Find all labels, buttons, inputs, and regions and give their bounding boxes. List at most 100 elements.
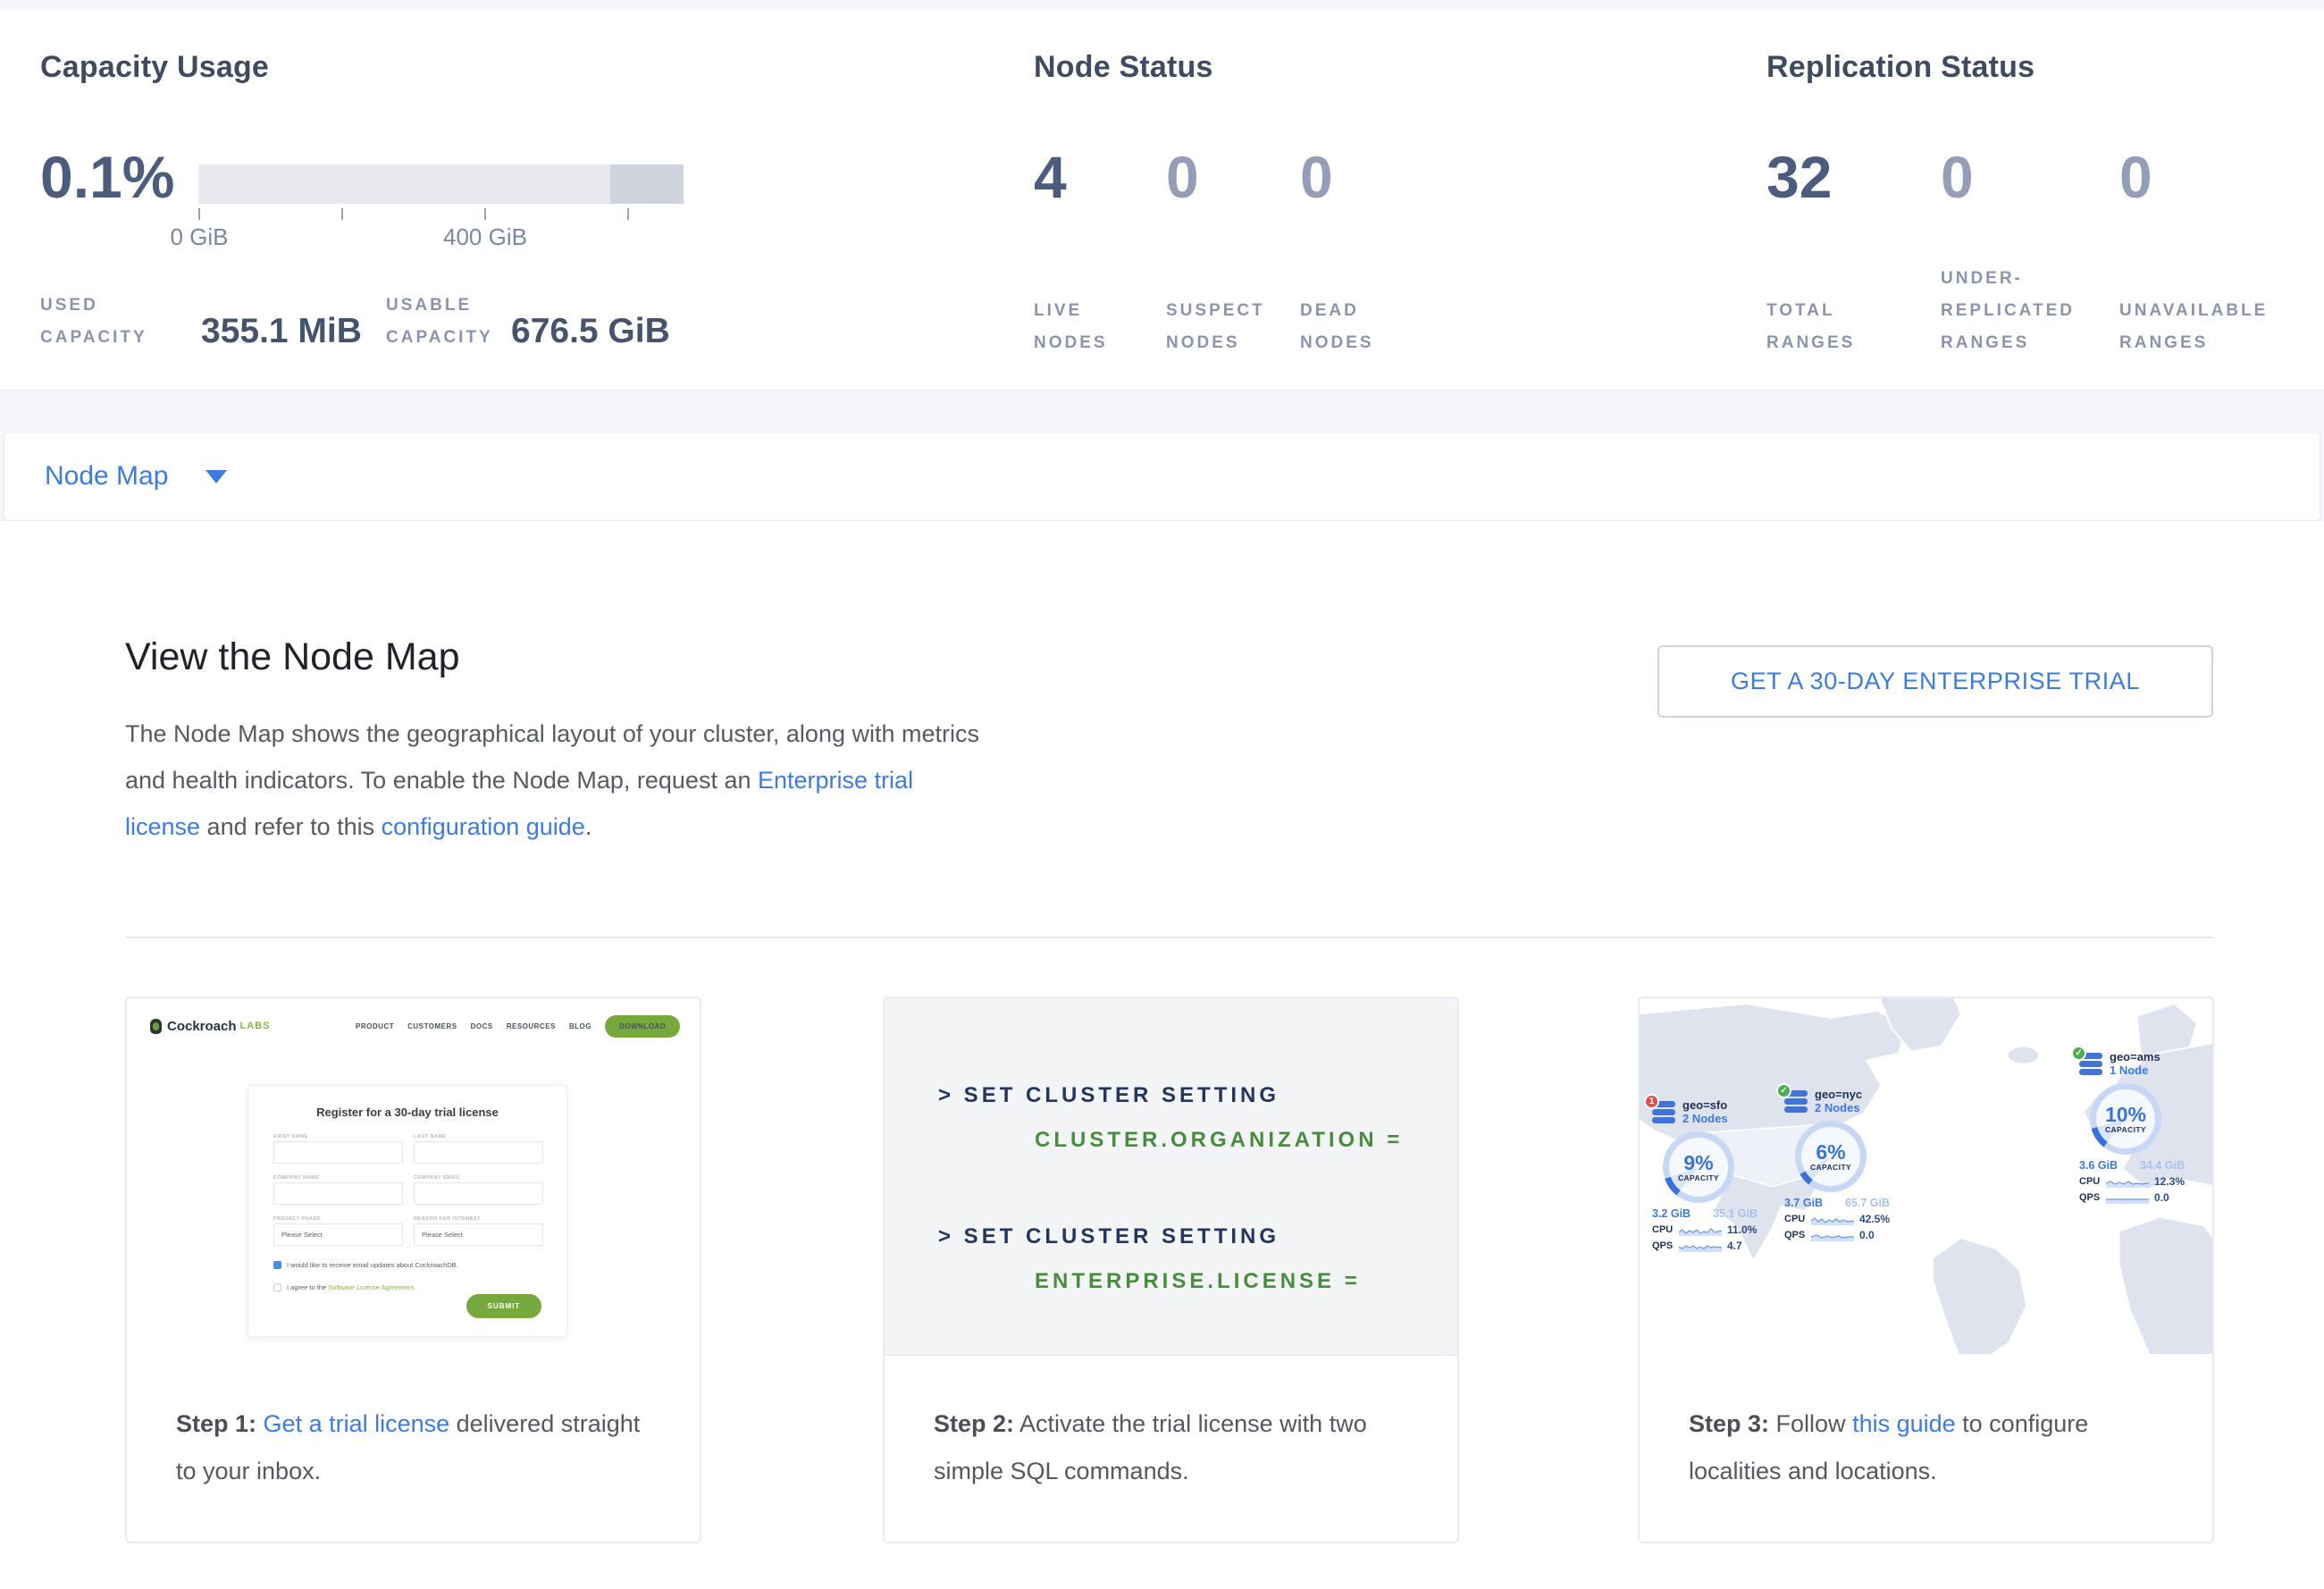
qps-sparkline bbox=[2106, 1192, 2149, 1203]
capacity-percent: 9% bbox=[1683, 1152, 1713, 1173]
locality-node-count: 1 Node bbox=[2110, 1064, 2160, 1078]
capacity-ring: 9% CAPACITY bbox=[1663, 1131, 1734, 1203]
under-replicated-count: 0 bbox=[1941, 143, 1974, 211]
configuration-guide-link[interactable]: configuration guide bbox=[382, 813, 585, 840]
select-mock: Please Select bbox=[273, 1223, 403, 1246]
cpu-value: 12.3% bbox=[2154, 1175, 2185, 1188]
step3-caption: Step 3: Follow this guide to configure l… bbox=[1640, 1356, 2212, 1495]
total-ranges-count: 32 bbox=[1766, 143, 1832, 211]
step3-card: 1 geo=sfo 2 Nodes 9% CAPACITY bbox=[1638, 996, 2214, 1543]
qps-label: QPS bbox=[2079, 1192, 2106, 1203]
sql-command-line: CLUSTER.ORGANIZATION = bbox=[1035, 1128, 1403, 1153]
unavailable-label: UNAVAILABLE RANGES bbox=[2119, 263, 2268, 359]
nodes-stack-icon: ✓ bbox=[1784, 1090, 1808, 1114]
field-label: PROJECT PHASE bbox=[273, 1216, 321, 1222]
get-trial-license-link[interactable]: Get a trial license bbox=[264, 1410, 450, 1437]
nodes-stack-icon: ✓ bbox=[2079, 1053, 2102, 1077]
capacity-bar bbox=[198, 164, 684, 204]
cpu-sparkline bbox=[1811, 1214, 1854, 1224]
node-status-title: Node Status bbox=[1034, 50, 1213, 85]
qps-sparkline bbox=[1679, 1240, 1722, 1251]
text-input-mock bbox=[414, 1141, 543, 1164]
trial-form-mock: Register for a 30-day trial license FIRS… bbox=[248, 1085, 567, 1337]
locality-name: geo=ams bbox=[2110, 1050, 2160, 1064]
checkbox-checked-icon bbox=[273, 1261, 281, 1269]
cpu-value: 11.0% bbox=[1727, 1223, 1757, 1236]
qps-value: 4.7 bbox=[1727, 1240, 1742, 1252]
cpu-sparkline bbox=[1679, 1224, 1722, 1235]
text-input-mock bbox=[273, 1141, 403, 1164]
used-capacity-value: 355.1 MiB bbox=[201, 312, 362, 351]
qps-label: QPS bbox=[1652, 1240, 1679, 1251]
node-map-dropdown[interactable]: Node Map bbox=[4, 432, 2320, 521]
used-gib: 3.7 GiB bbox=[1784, 1197, 1823, 1209]
error-badge: 1 bbox=[1644, 1094, 1659, 1109]
nav-item: RESOURCES bbox=[507, 1022, 556, 1030]
capacity-ring: 10% CAPACITY bbox=[2090, 1083, 2161, 1155]
capacity-percent: 6% bbox=[1816, 1141, 1845, 1163]
step2-caption: Step 2: Activate the trial license with … bbox=[885, 1356, 1457, 1495]
qps-value: 0.0 bbox=[2154, 1191, 2169, 1204]
enterprise-trial-button[interactable]: GET A 30-DAY ENTERPRISE TRIAL bbox=[1657, 645, 2213, 718]
qps-sparkline bbox=[1811, 1230, 1854, 1240]
nav-item: CUSTOMERS bbox=[407, 1022, 457, 1030]
cpu-label: CPU bbox=[1652, 1224, 1679, 1235]
cpu-label: CPU bbox=[2079, 1176, 2106, 1187]
node-map-dropdown-label[interactable]: Node Map bbox=[45, 461, 168, 492]
this-guide-link[interactable]: this guide bbox=[1852, 1410, 1956, 1437]
download-pill: DOWNLOAD bbox=[605, 1015, 680, 1038]
nav-item: DOCS bbox=[471, 1022, 493, 1030]
website-mock: Cockroach LABS PRODUCT CUSTOMERS DOCS RE… bbox=[127, 998, 700, 1356]
step1-thumbnail: Cockroach LABS PRODUCT CUSTOMERS DOCS RE… bbox=[127, 998, 700, 1356]
text-input-mock bbox=[414, 1182, 543, 1205]
nav-item: BLOG bbox=[569, 1022, 591, 1030]
dead-nodes-label: DEAD NODES bbox=[1300, 263, 1374, 359]
capacity-percent: 10% bbox=[2105, 1104, 2146, 1125]
step2-card: > SET CLUSTER SETTING CLUSTER.ORGANIZATI… bbox=[883, 996, 1459, 1543]
axis-tick-label: 400 GiB bbox=[432, 223, 539, 251]
sql-command-line: > SET CLUSTER SETTING bbox=[938, 1224, 1279, 1249]
replication-status-title: Replication Status bbox=[1766, 50, 2035, 85]
usable-capacity-value: 676.5 GiB bbox=[511, 312, 670, 351]
axis-tick bbox=[627, 208, 629, 220]
text-input-mock bbox=[273, 1182, 403, 1205]
axis-tick-label: 0 GiB bbox=[146, 223, 253, 251]
nodes-stack-icon: 1 bbox=[1652, 1101, 1675, 1125]
chevron-down-icon bbox=[206, 470, 227, 483]
node-map-placeholder-section: View the Node Map The Node Map shows the… bbox=[0, 521, 2324, 1589]
axis-tick bbox=[484, 208, 486, 220]
locality-name: geo=nyc bbox=[1815, 1088, 1862, 1101]
suspect-nodes-label: SUSPECT NODES bbox=[1166, 263, 1265, 359]
qps-value: 0.0 bbox=[1859, 1229, 1875, 1241]
site-nav: PRODUCT CUSTOMERS DOCS RESOURCES BLOG DO… bbox=[356, 1015, 680, 1038]
capacity-bar-used-segment bbox=[610, 164, 684, 204]
health-check-icon: ✓ bbox=[2071, 1046, 2086, 1061]
logo-labs-text: LABS bbox=[240, 1021, 271, 1031]
capacity-ring-label: CAPACITY bbox=[1678, 1173, 1719, 1182]
capacity-usage-title: Capacity Usage bbox=[40, 50, 269, 85]
axis-tick bbox=[341, 208, 343, 220]
qps-label: QPS bbox=[1784, 1230, 1811, 1240]
live-nodes-count: 4 bbox=[1034, 143, 1067, 211]
form-title: Register for a 30-day trial license bbox=[248, 1106, 566, 1119]
usable-capacity-label: USABLE CAPACITY bbox=[386, 290, 493, 354]
locality-node-count: 2 Nodes bbox=[1815, 1101, 1862, 1115]
cpu-label: CPU bbox=[1784, 1214, 1811, 1224]
cluster-summary-panel: Capacity Usage 0.1% 0 GiB 400 GiB USED C… bbox=[0, 11, 2324, 391]
cpu-sparkline bbox=[2106, 1176, 2149, 1187]
unavailable-count: 0 bbox=[2119, 143, 2152, 211]
total-gib: 65.7 GiB bbox=[1845, 1197, 1890, 1209]
step1-caption: Step 1: Get a trial license delivered st… bbox=[127, 1356, 700, 1495]
field-label: REASON FOR INTEREST bbox=[414, 1216, 481, 1222]
checkbox-row: I agree to the Software License Agreemen… bbox=[273, 1283, 415, 1291]
enterprise-description: The Node Map shows the geographical layo… bbox=[125, 710, 987, 850]
field-label: COMPANY EMAIL bbox=[414, 1175, 461, 1181]
locality-ams: ✓ geo=ams 1 Node 10% CAPACITY bbox=[2079, 1050, 2185, 1204]
sql-command-line: ENTERPRISE.LICENSE = bbox=[1035, 1269, 1361, 1294]
total-ranges-label: TOTAL RANGES bbox=[1766, 263, 1855, 359]
capacity-ring-label: CAPACITY bbox=[1810, 1163, 1851, 1172]
axis-tick bbox=[198, 208, 200, 220]
locality-nyc: ✓ geo=nyc 2 Nodes 6% CAPACITY bbox=[1784, 1088, 1890, 1241]
locality-node-count: 2 Nodes bbox=[1682, 1112, 1728, 1126]
select-mock: Please Select bbox=[414, 1223, 543, 1246]
